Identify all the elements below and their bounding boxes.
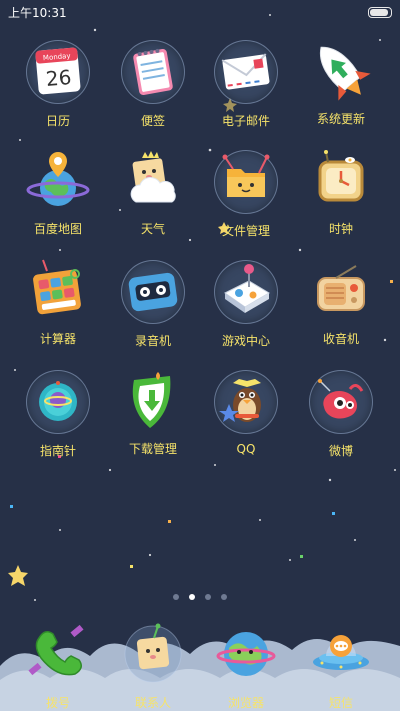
dock-label: 拨号 bbox=[45, 696, 70, 710]
calendar-day: 26 bbox=[45, 65, 72, 91]
sms-ufo-icon bbox=[306, 616, 376, 686]
qq-penguin-icon bbox=[214, 370, 278, 434]
clock-icon bbox=[310, 150, 372, 212]
page-dot[interactable] bbox=[173, 594, 179, 600]
app-file-manager[interactable]: 文件管理 bbox=[200, 150, 292, 239]
status-time: 上午10:31 bbox=[8, 6, 67, 20]
app-label: 电子邮件 bbox=[221, 114, 270, 128]
app-system-update[interactable]: 系统更新 bbox=[295, 40, 387, 127]
page-dot[interactable] bbox=[205, 594, 211, 600]
browser-globe-icon bbox=[211, 616, 281, 686]
calculator-icon bbox=[27, 259, 89, 322]
recorder-icon bbox=[121, 260, 185, 324]
contacts-icon bbox=[118, 616, 188, 686]
weibo-icon bbox=[309, 370, 373, 434]
app-calculator[interactable]: 计算器 bbox=[12, 259, 104, 347]
weather-icon bbox=[122, 150, 184, 212]
app-calendar[interactable]: Monday 26 日历 bbox=[12, 40, 104, 129]
app-compass[interactable]: 指南针 bbox=[12, 370, 104, 459]
app-notes[interactable]: 便签 bbox=[107, 40, 199, 129]
compass-icon bbox=[26, 370, 90, 434]
app-label: 收音机 bbox=[322, 332, 359, 346]
app-label: 微博 bbox=[328, 444, 353, 458]
rocket-icon bbox=[310, 40, 372, 102]
radio-icon bbox=[310, 260, 372, 322]
phone-icon bbox=[23, 616, 93, 686]
folder-icon bbox=[214, 150, 278, 214]
mail-icon bbox=[214, 40, 278, 104]
app-label: 便签 bbox=[140, 114, 165, 128]
dock-label: 联系人 bbox=[134, 696, 171, 710]
app-label: 百度地图 bbox=[33, 222, 82, 236]
dock-label: 短信 bbox=[328, 696, 353, 710]
app-weibo[interactable]: 微博 bbox=[295, 370, 387, 459]
app-label: 日历 bbox=[45, 114, 70, 128]
gamepad-icon bbox=[214, 260, 278, 324]
app-recorder[interactable]: 录音机 bbox=[107, 260, 199, 349]
app-weather[interactable]: 天气 bbox=[107, 150, 199, 237]
app-clock[interactable]: 时钟 bbox=[295, 150, 387, 237]
dock-browser[interactable]: 浏览器 bbox=[200, 616, 292, 710]
dock-label: 浏览器 bbox=[227, 696, 264, 710]
app-game-center[interactable]: 游戏中心 bbox=[200, 260, 292, 349]
page-indicator bbox=[0, 585, 400, 604]
app-qq[interactable]: QQ bbox=[200, 370, 292, 456]
app-radio[interactable]: 收音机 bbox=[295, 260, 387, 347]
app-label: QQ bbox=[236, 442, 256, 456]
calendar-icon: Monday 26 bbox=[26, 40, 90, 104]
download-shield-icon bbox=[122, 370, 184, 432]
app-label: 录音机 bbox=[134, 334, 171, 348]
page-dot-active[interactable] bbox=[189, 594, 195, 600]
dock: 拨号 联系人 浏览器 短信 bbox=[0, 606, 400, 711]
app-label: 时钟 bbox=[328, 222, 353, 236]
dock-contacts[interactable]: 联系人 bbox=[107, 616, 199, 710]
battery-fill bbox=[370, 9, 388, 16]
app-label: 天气 bbox=[140, 222, 165, 236]
app-label: 指南针 bbox=[39, 444, 76, 458]
app-baidu-map[interactable]: 百度地图 bbox=[12, 150, 104, 237]
dock-sms[interactable]: 短信 bbox=[295, 616, 387, 710]
battery-icon bbox=[368, 7, 392, 18]
app-label: 系统更新 bbox=[316, 112, 365, 126]
status-bar: 上午10:31 bbox=[0, 0, 400, 24]
app-mail[interactable]: 电子邮件 bbox=[200, 40, 292, 129]
app-download-manager[interactable]: 下载管理 bbox=[107, 370, 199, 457]
dock-phone[interactable]: 拨号 bbox=[12, 616, 104, 710]
app-label: 计算器 bbox=[39, 332, 76, 346]
map-planet-icon bbox=[26, 150, 90, 212]
page-dot[interactable] bbox=[221, 594, 227, 600]
app-label: 文件管理 bbox=[221, 224, 270, 238]
app-label: 游戏中心 bbox=[221, 334, 270, 348]
notes-icon bbox=[121, 40, 185, 104]
app-label: 下载管理 bbox=[128, 442, 177, 456]
